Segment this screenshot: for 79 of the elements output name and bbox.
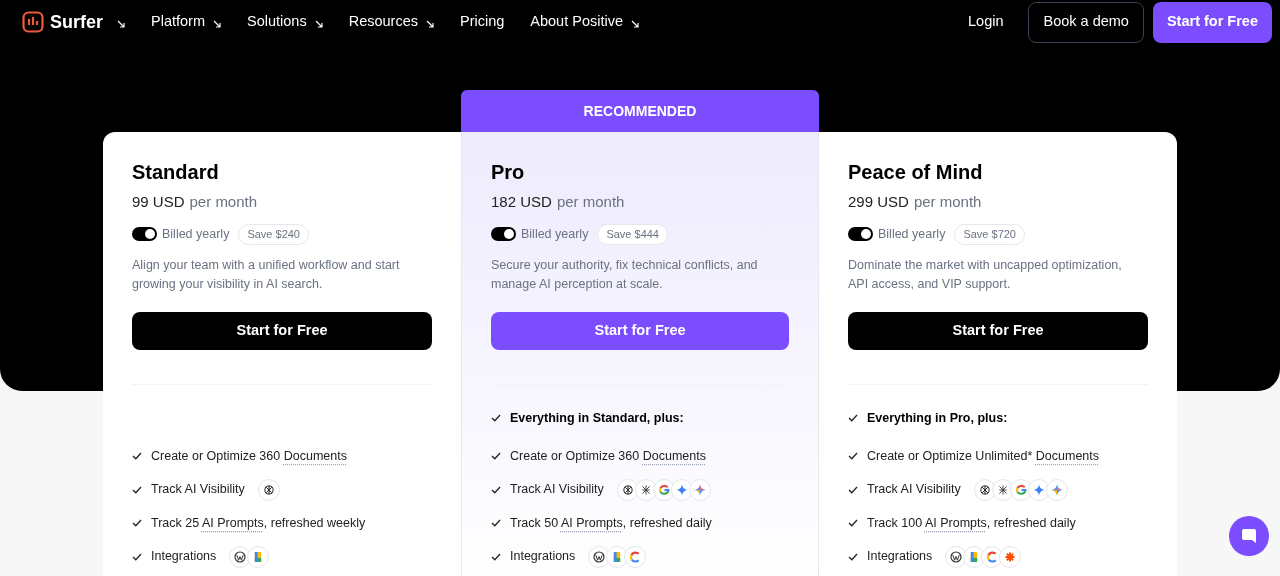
feature-text: Create or Optimize 360 Documents: [510, 447, 706, 465]
check-icon: [491, 552, 501, 561]
plan-price: 299 USD: [848, 192, 909, 212]
swirl-logo-icon: [616, 478, 639, 501]
knot-logo-icon: [991, 478, 1014, 501]
check-icon: [848, 452, 858, 461]
start-button[interactable]: Start for Free: [132, 311, 432, 350]
chat-icon: [1241, 528, 1257, 544]
feature-text: Track 50 AI Prompts, refreshed daily: [510, 514, 712, 532]
billing-label: Billed yearly: [878, 225, 946, 243]
plan-price: 182 USD: [491, 192, 552, 212]
feature-text: Integrations: [867, 548, 933, 566]
asterisk-icon: [999, 545, 1022, 568]
document-icon: [247, 545, 270, 568]
chat-button[interactable]: [1229, 516, 1269, 556]
plan-name: Pro: [491, 160, 526, 184]
check-icon: [491, 485, 501, 494]
feature-heading: Everything in Standard, plus:: [510, 409, 684, 427]
savings-badge: Save $444: [597, 224, 668, 245]
start-button[interactable]: Start for Free: [491, 311, 789, 350]
recommended-banner: RECOMMENDED: [461, 90, 819, 132]
sparkle-icon: [688, 478, 711, 501]
plan-name: Peace of Mind: [848, 160, 984, 184]
feature-text: Create or Optimize Unlimited* Documents: [867, 447, 1100, 465]
brand-name[interactable]: Surfer: [50, 8, 103, 36]
g-logo-icon: [1009, 478, 1032, 501]
start-button[interactable]: Start for Free: [1152, 1, 1272, 43]
check-icon: [132, 519, 142, 528]
plan-price: 99 USD: [132, 192, 185, 212]
feature-heading: Everything in Pro, plus:: [867, 409, 1008, 427]
feature-text: Track 25 AI Prompts, refreshed weekly: [151, 514, 366, 532]
knot-logo-icon: [634, 478, 657, 501]
feature-text: Track 100 AI Prompts, refreshed daily: [867, 514, 1076, 532]
feature-text: Integrations: [510, 548, 576, 566]
billing-toggle[interactable]: [848, 227, 873, 242]
check-icon: [848, 552, 858, 561]
price-period: per month: [913, 192, 982, 212]
check-icon: [848, 414, 858, 423]
feature-text: Track AI Visibility: [867, 481, 961, 499]
billing-label: Billed yearly: [162, 225, 230, 243]
check-icon: [132, 485, 142, 494]
sparkle-icon: [1045, 478, 1068, 501]
nav-link[interactable]: Pricing: [460, 11, 505, 33]
sparkle-icon: [670, 478, 693, 501]
swirl-logo-icon: [973, 478, 996, 501]
nav-link[interactable]: About Positive: [530, 11, 623, 33]
billing-toggle[interactable]: [491, 227, 516, 242]
plan-description: Dominate the market with uncapped optimization, API access, and VIP support.: [848, 256, 1123, 293]
savings-badge: Save $240: [238, 224, 309, 245]
billing-toggle[interactable]: [132, 227, 157, 242]
demo-button[interactable]: Book a demo: [1028, 1, 1144, 43]
check-icon: [132, 452, 142, 461]
plan-description: Secure your authority, fix technical conflicts, and manage AI perception at scale.: [491, 256, 759, 293]
feature-text: Create or Optimize 360 Documents: [151, 447, 347, 465]
login-link[interactable]: Login: [960, 11, 1012, 33]
price-period: per month: [556, 192, 625, 212]
nav-link[interactable]: Platform: [151, 11, 205, 33]
feature-text: Integrations: [151, 548, 217, 566]
c-logo-icon: [624, 545, 647, 568]
sparkle-icon: [1027, 478, 1050, 501]
check-icon: [848, 519, 858, 528]
check-icon: [491, 452, 501, 461]
nav-link[interactable]: Solutions: [247, 11, 307, 33]
start-button[interactable]: Start for Free: [848, 311, 1148, 350]
nav-link[interactable]: Resources: [348, 11, 418, 33]
billing-label: Billed yearly: [521, 225, 589, 243]
feature-text: Track AI Visibility: [151, 481, 245, 499]
swirl-logo-icon: [257, 478, 280, 501]
savings-badge: Save $720: [954, 224, 1025, 245]
plan-name: Standard: [132, 160, 220, 184]
feature-text: Track AI Visibility: [510, 481, 604, 499]
check-icon: [132, 552, 142, 561]
price-period: per month: [189, 192, 258, 212]
logo-icon: [22, 11, 44, 33]
plan-description: Align your team with a unified workflow and start growing your visibility in AI search.: [132, 256, 401, 293]
g-logo-icon: [652, 478, 675, 501]
check-icon: [491, 519, 501, 528]
check-icon: [491, 414, 501, 423]
check-icon: [848, 485, 858, 494]
